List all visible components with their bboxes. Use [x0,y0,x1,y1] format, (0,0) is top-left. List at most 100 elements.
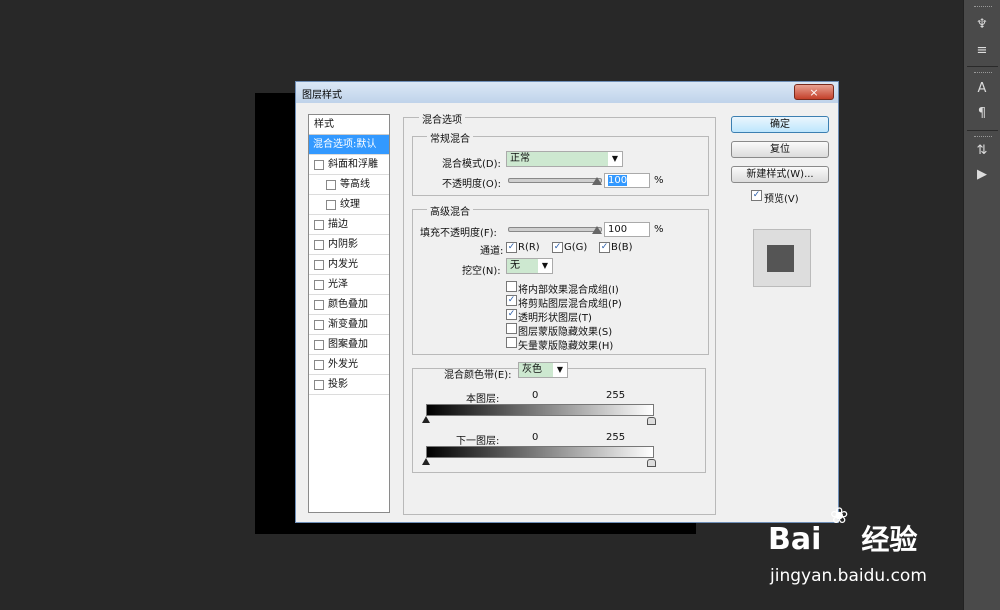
style-list-item[interactable]: 描边 [309,215,389,235]
advanced-option-checkbox[interactable] [506,337,517,348]
knockout-value: 无 [510,260,520,271]
paragraph-icon[interactable]: ¶ [971,105,993,123]
advanced-option-checkbox[interactable] [506,281,517,292]
under-layer-white-thumb[interactable] [647,459,656,467]
style-checkbox[interactable] [326,180,336,190]
style-checkbox[interactable] [314,320,324,330]
fill-opacity-slider-thumb[interactable] [592,226,602,234]
under-layer-black-thumb[interactable] [422,458,430,465]
blend-mode-select[interactable]: 正常 ▼ [506,151,623,167]
style-list-label: 内阴影 [328,239,358,250]
style-list-item[interactable]: 内阴影 [309,235,389,255]
blend-if-value: 灰色 [522,364,542,375]
style-checkbox[interactable] [314,360,324,370]
style-preview-swatch [753,229,811,287]
fill-opacity-input[interactable]: 100 [604,222,650,237]
advanced-option-label: 图层蒙版隐藏效果(S) [518,327,613,338]
style-checkbox[interactable] [314,240,324,250]
style-list-label: 混合选项:默认 [313,139,377,150]
opacity-slider-thumb[interactable] [592,177,602,185]
style-list-item[interactable]: 渐变叠加 [309,315,389,335]
ok-button[interactable]: 确定 [731,116,829,133]
watermark-brand: Bai [768,522,822,557]
style-list-item[interactable]: 斜面和浮雕 [309,155,389,175]
general-blending-title: 常规混合 [427,130,473,145]
style-checkbox[interactable] [314,160,324,170]
close-icon: × [809,86,819,99]
style-checkbox[interactable] [314,340,324,350]
baidu-watermark: ❀ Bai 经验 [768,504,918,558]
this-layer-white-thumb[interactable] [647,417,656,425]
style-list-item[interactable]: 颜色叠加 [309,295,389,315]
reset-button[interactable]: 复位 [731,141,829,158]
this-layer-gradient [426,404,654,416]
dialog-titlebar[interactable]: 图层样式 × [296,82,838,103]
style-list-item[interactable]: 内发光 [309,255,389,275]
blend-if-select[interactable]: 灰色 ▼ [518,362,568,378]
style-list-item[interactable]: 光泽 [309,275,389,295]
baidu-paw-icon: ❀ [830,504,849,529]
advanced-option-label: 透明形状图层(T) [518,313,592,324]
fill-opacity-label: 填充不透明度(F): [420,228,497,239]
chevron-down-icon: ▼ [538,259,552,273]
advanced-option-label: 将剪贴图层混合成组(P) [518,299,622,310]
preview-checkbox[interactable]: ✓ [751,190,762,201]
style-checkbox[interactable] [314,260,324,270]
styles-list-header: 样式 [309,115,389,135]
preview-label: 预览(V) [764,194,799,205]
style-list-item[interactable]: 图案叠加 [309,335,389,355]
watermark-brand-cn: 经验 [861,523,918,556]
knockout-select[interactable]: 无 ▼ [506,258,553,274]
channel-r-label: R(R) [518,242,540,253]
adjust-icon[interactable]: ≡ [971,42,993,60]
brush-preset-icon[interactable]: ♆ [971,16,993,34]
this-layer-label: 本图层: [466,394,500,405]
style-checkbox[interactable] [314,380,324,390]
blend-options-title: 混合选项 [419,111,465,126]
right-panel-strip: ♆ ≡ A ¶ ⇅ ▶ [963,0,1000,610]
opacity-label: 不透明度(O): [442,179,502,190]
style-checkbox[interactable] [314,300,324,310]
style-list-item[interactable]: 投影 [309,375,389,395]
channel-g-label: G(G) [564,242,588,253]
character-icon[interactable]: A [971,80,993,98]
advanced-option-checkbox[interactable] [506,323,517,334]
under-layer-label: 下一图层: [456,436,500,447]
knockout-label: 挖空(N): [462,266,501,277]
style-checkbox[interactable] [326,200,336,210]
layer-style-dialog: 图层样式 × 样式 混合选项:默认斜面和浮雕 等高线 纹理描边内阴影内发光光泽颜色叠… [295,81,839,523]
advanced-option-checkbox[interactable]: ✓ [506,309,517,320]
style-list-label: 内发光 [328,259,358,270]
style-list-item[interactable]: 等高线 [309,175,389,195]
style-list-item[interactable]: 纹理 [309,195,389,215]
chevron-down-icon: ▼ [553,363,567,377]
advanced-option-checkbox[interactable]: ✓ [506,295,517,306]
opacity-slider[interactable] [508,178,602,183]
fill-opacity-slider[interactable] [508,227,602,232]
style-list-item[interactable]: 外发光 [309,355,389,375]
history-icon[interactable]: ⇅ [971,142,993,160]
this-layer-black-thumb[interactable] [422,416,430,423]
watermark-url: jingyan.baidu.com [770,566,927,586]
channel-r-checkbox[interactable]: ✓ [506,242,517,253]
style-list-label: 外发光 [328,359,358,370]
style-list-label: 颜色叠加 [328,299,368,310]
style-list-item[interactable]: 混合选项:默认 [309,135,389,155]
style-list-label: 描边 [328,219,348,230]
style-checkbox[interactable] [314,280,324,290]
style-list-label: 投影 [328,379,348,390]
under-layer-min: 0 [532,432,539,443]
blend-if-label: 混合颜色带(E): [444,370,512,381]
style-checkbox[interactable] [314,220,324,230]
channel-g-checkbox[interactable]: ✓ [552,242,563,253]
chevron-down-icon: ▼ [608,152,622,166]
styles-list: 样式 混合选项:默认斜面和浮雕 等高线 纹理描边内阴影内发光光泽颜色叠加渐变叠加 图案… [308,114,390,513]
close-button[interactable]: × [794,84,834,100]
channel-b-checkbox[interactable]: ✓ [599,242,610,253]
advanced-blending-title: 高级混合 [427,203,473,218]
new-style-button[interactable]: 新建样式(W)... [731,166,829,183]
actions-play-icon[interactable]: ▶ [971,166,993,184]
opacity-input[interactable]: 100 [604,173,650,188]
style-list-label: 光泽 [328,279,348,290]
this-layer-max: 255 [606,390,626,401]
